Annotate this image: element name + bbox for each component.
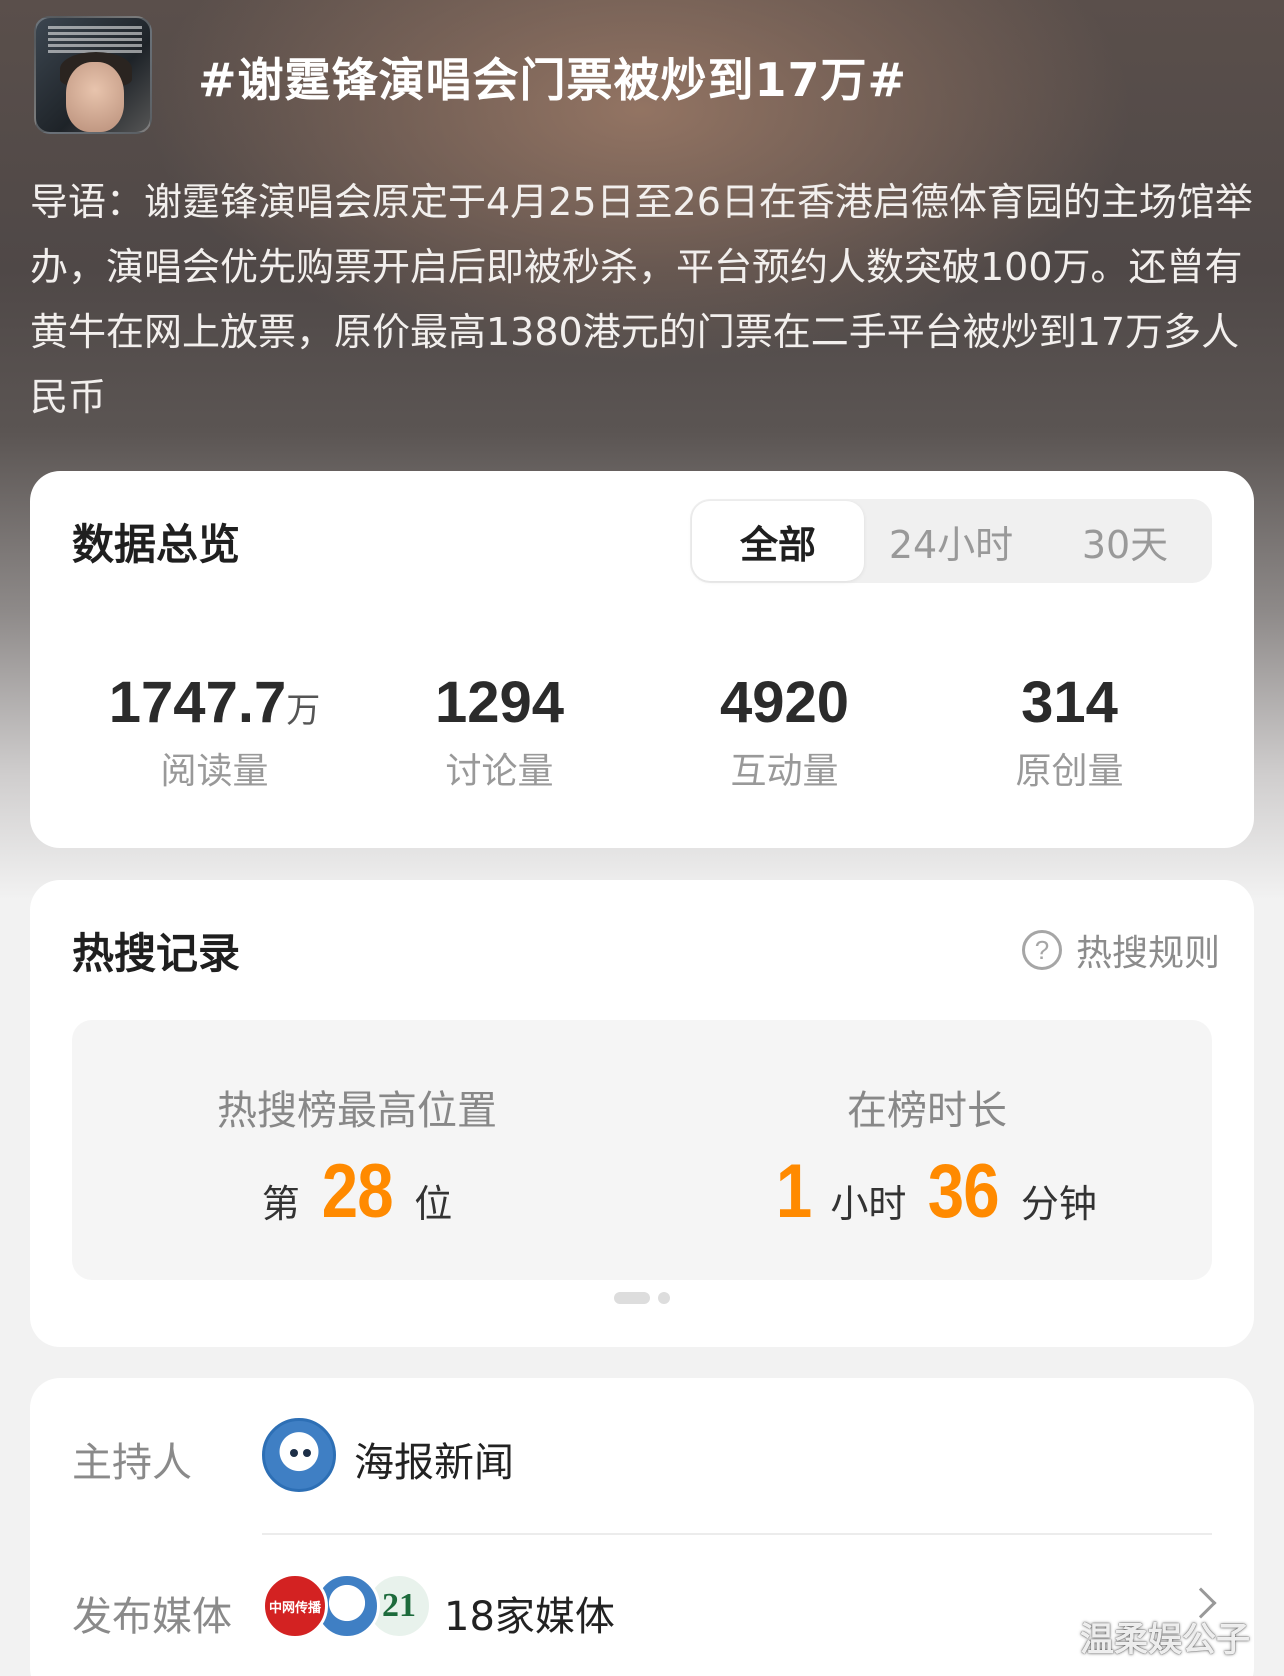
stat-label: 讨论量: [445, 751, 554, 792]
stat-reads: 1747.7万 阅读量: [72, 669, 357, 794]
host-label: 主持人: [72, 1440, 192, 1486]
time-range-tabs: 全部 24小时 30天: [690, 499, 1212, 583]
stat-value: 314: [1021, 670, 1118, 735]
duration-hours: 1: [775, 1149, 812, 1234]
duration-minutes-unit: 分钟: [1020, 1182, 1097, 1226]
overview-title: 数据总览: [72, 520, 241, 569]
media-label: 发布媒体: [72, 1594, 232, 1640]
stat-label: 互动量: [730, 751, 839, 792]
stat-unit: 万: [286, 691, 321, 731]
tab-24h[interactable]: 24小时: [864, 499, 1038, 583]
peak-prefix: 第: [261, 1182, 300, 1226]
stat-interactions: 4920 互动量: [642, 669, 927, 794]
media-logo-zhongwang: 中网传播: [262, 1573, 328, 1639]
hot-search-stats-panel[interactable]: 热搜榜最高位置 第 28 位 在榜时长 1 小时 36 分钟: [72, 1020, 1212, 1280]
rules-label: 热搜规则: [1075, 933, 1220, 974]
watermark: 温柔娱公子: [1080, 1620, 1250, 1660]
divider: [262, 1533, 1212, 1535]
stat-label: 阅读量: [160, 751, 269, 792]
host-name[interactable]: 海报新闻: [354, 1430, 514, 1488]
stat-label: 原创量: [1015, 751, 1124, 792]
stat-value: 1747.7: [108, 670, 287, 735]
peak-label: 热搜榜最高位置: [217, 1088, 497, 1134]
topic-info-card: 主持人 海报新闻 发布媒体 中网传播 21 18家媒体: [30, 1378, 1254, 1676]
indicator-dot-active: [614, 1292, 650, 1304]
indicator-dot: [658, 1292, 670, 1304]
topic-intro: 导语：谢霆锋演唱会原定于4月25日至26日在香港启德体育园的主场馆举办，演唱会优…: [30, 180, 1253, 419]
host-avatar[interactable]: [262, 1418, 336, 1492]
peak-suffix: 位: [414, 1182, 453, 1226]
peak-value: 28: [321, 1149, 393, 1234]
media-count-link[interactable]: 18家媒体: [444, 1584, 615, 1642]
topic-cover-image: [34, 16, 152, 134]
hot-search-title: 热搜记录: [72, 929, 241, 978]
hot-search-card: 热搜记录 ? 热搜规则 热搜榜最高位置 第 28 位 在榜时长 1 小时 36 …: [30, 880, 1254, 1347]
stat-discussions: 1294 讨论量: [357, 669, 642, 794]
duration-minutes: 36: [928, 1149, 1000, 1234]
data-overview-card: 数据总览 全部 24小时 30天 1747.7万 阅读量 1294 讨论量 49…: [30, 471, 1254, 848]
hot-search-rules-link[interactable]: ? 热搜规则: [1021, 924, 1220, 976]
stat-value: 4920: [719, 670, 850, 735]
tab-30d[interactable]: 30天: [1038, 499, 1212, 583]
topic-title: #谢霆锋演唱会门票被炒到17万#: [198, 53, 908, 107]
duration-label: 在榜时长: [847, 1088, 1007, 1134]
peak-position: 热搜榜最高位置 第 28 位: [72, 1020, 642, 1280]
stat-originals: 314 原创量: [927, 669, 1212, 794]
stat-value: 1294: [434, 670, 565, 735]
duration-hours-unit: 小时: [830, 1182, 907, 1226]
question-circle-icon: ?: [1021, 930, 1062, 970]
carousel-indicator: [614, 1292, 670, 1304]
tab-all[interactable]: 全部: [692, 501, 864, 581]
on-list-duration: 在榜时长 1 小时 36 分钟: [642, 1020, 1212, 1280]
